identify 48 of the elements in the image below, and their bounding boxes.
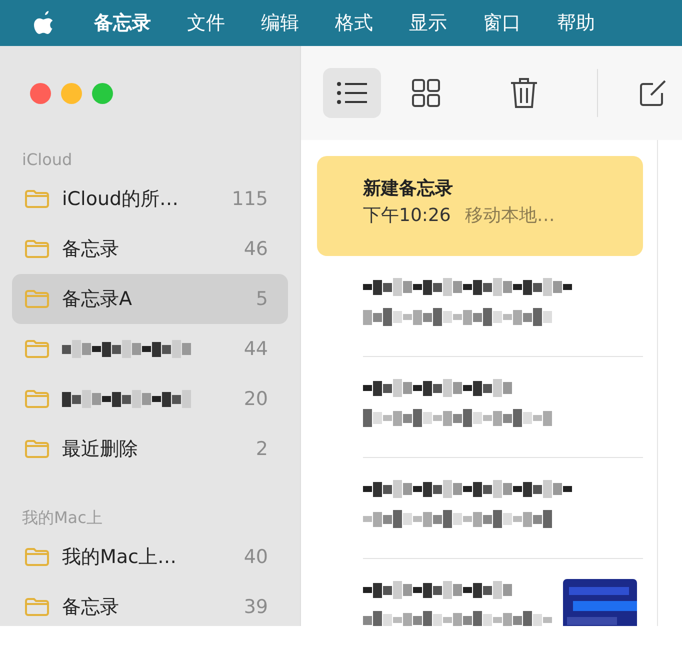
- folder-name: 备忘录: [62, 236, 120, 262]
- folder-icon: [24, 439, 50, 459]
- folder-icon: [24, 189, 50, 209]
- menu-item[interactable]: 编辑: [243, 0, 317, 46]
- folder-count: 20: [244, 386, 268, 412]
- menu-item[interactable]: 备忘录: [76, 0, 169, 46]
- folder-name: 我的Mac上…: [62, 544, 178, 570]
- folder-item[interactable]: 备忘录 46: [12, 224, 288, 274]
- folder-item[interactable]: iCloud的所… 115: [12, 174, 288, 224]
- folder-item[interactable]: 我的Mac上… 40: [12, 532, 288, 582]
- trash-icon: [510, 77, 538, 109]
- menu-item[interactable]: 格式: [317, 0, 391, 46]
- folder-icon: [24, 597, 50, 617]
- folder-count: 39: [244, 594, 268, 620]
- note-title: 新建备忘录: [363, 177, 454, 201]
- note-time: 下午10:26: [363, 205, 451, 226]
- menu-item[interactable]: 窗口: [465, 0, 539, 46]
- folder-icon: [24, 547, 50, 567]
- folder-name: iCloud的所…: [62, 186, 180, 212]
- note-item[interactable]: 新建备忘录 下午10:26 移动本地…: [317, 156, 643, 256]
- folder-count: 2: [256, 436, 268, 462]
- folder-item[interactable]: 20: [12, 374, 288, 424]
- folder-item[interactable]: 备忘录A 5: [12, 274, 288, 324]
- folder-item[interactable]: 44: [12, 324, 288, 374]
- menu-item[interactable]: 文件: [169, 0, 243, 46]
- folder-count: 40: [244, 544, 268, 570]
- folder-name: 备忘录A: [62, 286, 133, 312]
- folder-count: 46: [244, 236, 268, 262]
- compose-icon: [638, 78, 668, 108]
- folder-name: 最近删除: [62, 436, 139, 462]
- folder-icon: [24, 289, 50, 309]
- folder-count: 5: [256, 286, 268, 312]
- list-view-button[interactable]: [323, 68, 381, 118]
- folder-icon: [24, 339, 50, 359]
- folder-item[interactable]: 最近删除 2: [12, 424, 288, 474]
- folder-count: 44: [244, 336, 268, 362]
- folder-icon: [24, 389, 50, 409]
- menu-item[interactable]: 帮助: [539, 0, 613, 46]
- folder-item[interactable]: 备忘录 39: [12, 582, 288, 632]
- menu-item[interactable]: 显示: [391, 0, 465, 46]
- folder-icon: [24, 239, 50, 259]
- note-preview: 移动本地…: [464, 205, 555, 226]
- section-header: iCloud: [21, 149, 74, 171]
- folder-name: 备忘录: [62, 594, 120, 620]
- folder-count: 115: [232, 186, 268, 212]
- section-header: 我的Mac上: [21, 507, 104, 529]
- list-icon: [336, 81, 368, 105]
- grid-icon: [412, 79, 440, 107]
